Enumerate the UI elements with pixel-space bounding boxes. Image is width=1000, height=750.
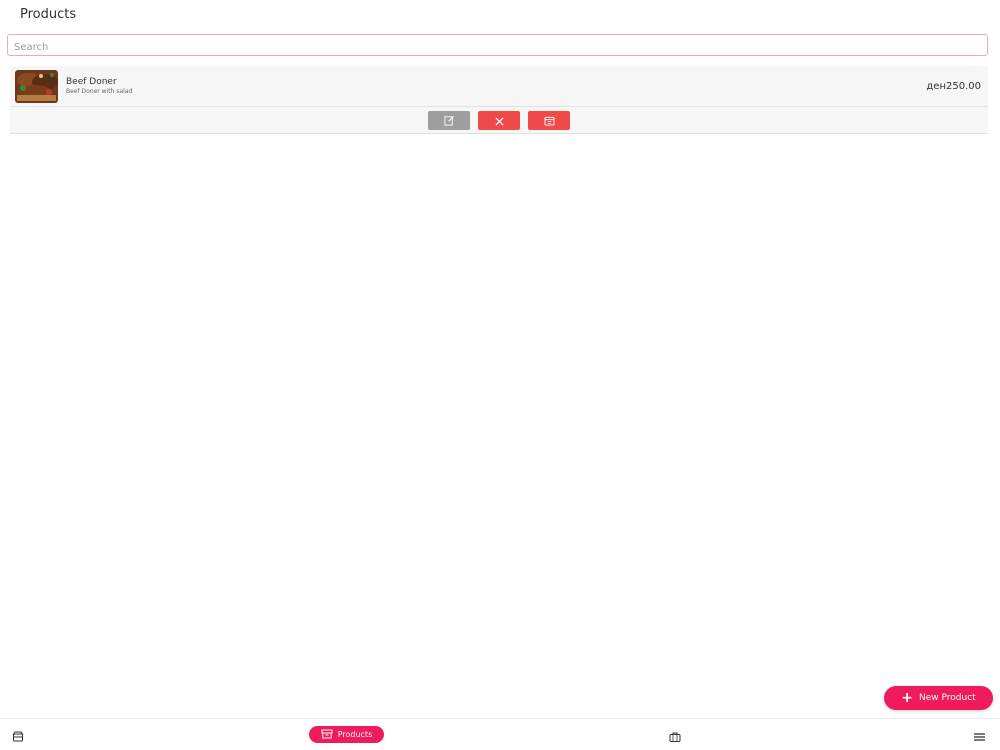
edit-icon	[443, 111, 455, 130]
new-product-label: New Product	[919, 693, 976, 703]
new-product-button[interactable]: + New Product	[884, 686, 993, 710]
edit-button[interactable]	[428, 111, 470, 130]
product-row[interactable]: Beef Doner Beef Doner with salad ден250.…	[10, 66, 988, 107]
product-actions	[10, 111, 988, 131]
store-icon	[12, 727, 24, 746]
search-input[interactable]	[8, 37, 987, 58]
nav-item-menu[interactable]	[973, 727, 986, 746]
page-title: Products	[20, 7, 77, 22]
product-image	[15, 70, 58, 103]
menu-icon	[973, 727, 986, 746]
product-name: Beef Doner	[66, 77, 117, 87]
remove-button[interactable]	[478, 111, 520, 130]
product-description: Beef Doner with salad	[66, 88, 133, 95]
briefcase-icon	[669, 727, 681, 746]
plus-icon: +	[901, 690, 914, 706]
calendar-icon	[544, 111, 555, 130]
products-icon	[321, 729, 333, 741]
calendar-button[interactable]	[528, 111, 570, 130]
nav-item-store[interactable]	[12, 727, 24, 746]
search-box[interactable]	[7, 34, 988, 58]
close-icon	[494, 111, 504, 130]
nav-item-briefcase[interactable]	[669, 727, 681, 746]
nav-products-label: Products	[337, 730, 373, 739]
app-root: Products Beef Doner Beef Doner with	[0, 0, 1000, 750]
product-card: Beef Doner Beef Doner with salad ден250.…	[10, 66, 988, 134]
bottom-navigation: Products	[0, 718, 1000, 750]
nav-item-products[interactable]: Products	[309, 726, 384, 743]
product-price: ден250.00	[926, 81, 981, 92]
